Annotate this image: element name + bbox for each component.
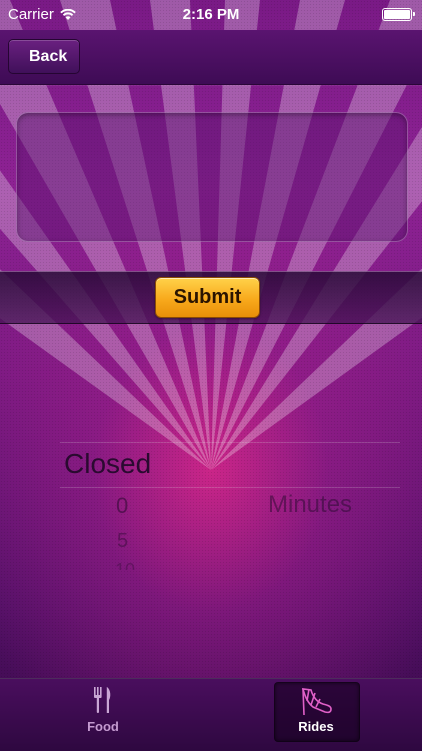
status-bar: Carrier 2:16 PM [0, 0, 422, 30]
picker-selection-divider [60, 487, 400, 488]
tab-food[interactable]: Food [58, 679, 148, 751]
submit-toolbar: Submit [0, 271, 422, 324]
picker-option[interactable]: 0 [116, 493, 128, 519]
picker-top-divider [60, 442, 400, 443]
clock: 2:16 PM [182, 6, 240, 23]
comment-textarea[interactable] [16, 112, 408, 242]
wait-time-picker[interactable]: Closed 0 Minutes 5 10 [0, 440, 422, 580]
picker-option[interactable]: 5 [117, 530, 128, 553]
tab-food-label: Food [87, 719, 119, 734]
picker-unit-label: Minutes [268, 491, 353, 518]
navigation-bar: Back [0, 30, 422, 85]
back-button[interactable]: Back [8, 39, 81, 74]
submit-button[interactable]: Submit [155, 277, 260, 318]
tab-rides-label: Rides [298, 719, 334, 734]
high-heel-shoe-icon [301, 688, 332, 716]
picker-option[interactable]: 10 [115, 560, 135, 570]
tab-rides[interactable]: Rides [274, 679, 360, 751]
tab-bar: Food Rides [0, 678, 422, 751]
battery-icon [382, 8, 415, 21]
picker-selected-value[interactable]: Closed [64, 448, 151, 480]
fork-knife-icon [94, 687, 111, 713]
